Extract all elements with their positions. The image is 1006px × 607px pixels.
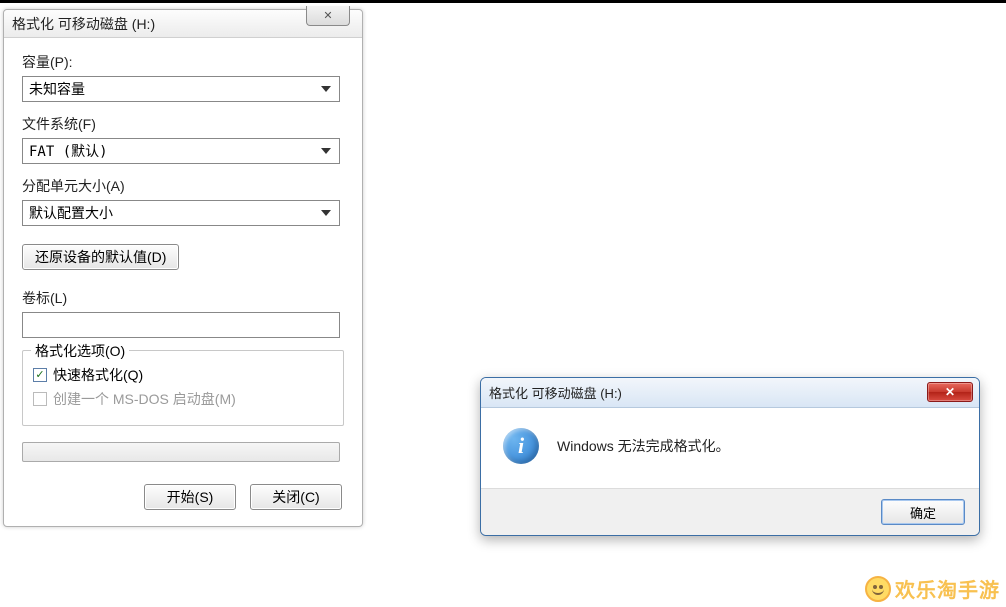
format-dialog-body: 容量(P): 未知容量 文件系统(F) FAT (默认) 分配单元大小(A) 默… <box>4 38 362 526</box>
restore-defaults-button[interactable]: 还原设备的默认值(D) <box>22 244 179 270</box>
capacity-select[interactable]: 未知容量 <box>22 76 340 102</box>
alloc-unit-select[interactable]: 默认配置大小 <box>22 200 340 226</box>
error-message-box: 格式化 可移动磁盘 (H:) ✕ i Windows 无法完成格式化。 确定 <box>480 377 980 536</box>
volume-label-input[interactable] <box>22 312 340 338</box>
format-dialog-title: 格式化 可移动磁盘 (H:) <box>12 14 155 34</box>
close-icon[interactable]: ✕ <box>306 6 350 26</box>
filesystem-value: FAT (默认) <box>29 141 108 161</box>
info-icon-glyph: i <box>518 433 524 459</box>
alloc-unit-label: 分配单元大小(A) <box>22 176 344 196</box>
format-dialog-actions: 开始(S) 关闭(C) <box>22 484 344 510</box>
quick-format-checkbox[interactable] <box>33 368 47 382</box>
filesystem-label: 文件系统(F) <box>22 114 344 134</box>
quick-format-row[interactable]: 快速格式化(Q) <box>33 365 333 385</box>
format-dialog-titlebar[interactable]: 格式化 可移动磁盘 (H:) ✕ <box>4 10 362 38</box>
volume-label-label: 卷标(L) <box>22 288 344 308</box>
info-icon: i <box>503 428 539 464</box>
chevron-down-icon <box>321 86 331 92</box>
smiley-icon <box>865 576 891 602</box>
message-box-text: Windows 无法完成格式化。 <box>557 436 730 456</box>
close-button-label: 关闭(C) <box>272 487 319 507</box>
start-button-label: 开始(S) <box>167 487 214 507</box>
close-x-glyph: ✕ <box>323 9 332 22</box>
watermark-text: 欢乐淘手游 <box>895 574 1000 603</box>
capacity-label: 容量(P): <box>22 52 344 72</box>
alloc-unit-value: 默认配置大小 <box>29 203 113 223</box>
chevron-down-icon <box>321 148 331 154</box>
msdos-boot-row: 创建一个 MS-DOS 启动盘(M) <box>33 389 333 409</box>
ok-button-label: 确定 <box>910 503 936 522</box>
format-options-title: 格式化选项(O) <box>31 341 129 361</box>
filesystem-select[interactable]: FAT (默认) <box>22 138 340 164</box>
close-icon[interactable]: ✕ <box>927 382 973 402</box>
ok-button[interactable]: 确定 <box>881 499 965 525</box>
start-button[interactable]: 开始(S) <box>144 484 236 510</box>
chevron-down-icon <box>321 210 331 216</box>
message-box-body: i Windows 无法完成格式化。 <box>481 408 979 488</box>
quick-format-label: 快速格式化(Q) <box>53 365 143 385</box>
message-box-titlebar[interactable]: 格式化 可移动磁盘 (H:) ✕ <box>481 378 979 408</box>
restore-defaults-label: 还原设备的默认值(D) <box>35 247 166 267</box>
close-button[interactable]: 关闭(C) <box>250 484 342 510</box>
capacity-value: 未知容量 <box>29 79 85 99</box>
message-box-actions: 确定 <box>481 488 979 535</box>
format-progress-bar <box>22 442 340 462</box>
format-options-group: 格式化选项(O) 快速格式化(Q) 创建一个 MS-DOS 启动盘(M) <box>22 350 344 426</box>
msdos-boot-checkbox <box>33 392 47 406</box>
watermark: 欢乐淘手游 <box>865 574 1000 603</box>
format-dialog: 格式化 可移动磁盘 (H:) ✕ 容量(P): 未知容量 文件系统(F) FAT… <box>3 9 363 527</box>
msdos-boot-label: 创建一个 MS-DOS 启动盘(M) <box>53 389 236 409</box>
close-x-glyph: ✕ <box>945 385 955 399</box>
message-box-title: 格式化 可移动磁盘 (H:) <box>489 383 622 402</box>
